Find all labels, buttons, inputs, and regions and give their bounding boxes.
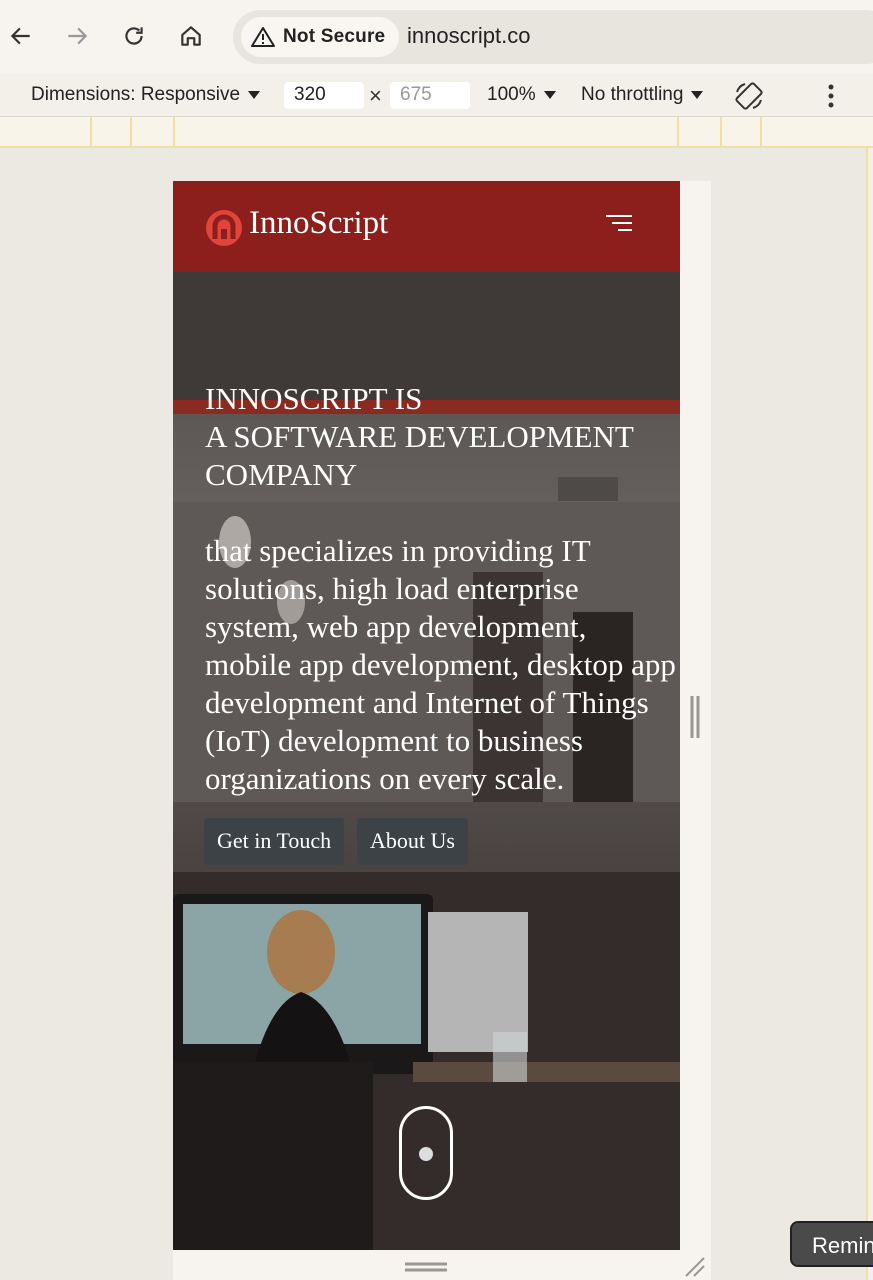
throttling-dropdown[interactable]: No throttling: [581, 84, 704, 106]
media-query-marker[interactable]: [677, 117, 679, 146]
hero-heading-line: INNOSCRIPT IS: [205, 381, 423, 416]
bottom-resize-handle[interactable]: [405, 1262, 447, 1272]
corner-resize-handle[interactable]: [684, 1256, 706, 1278]
hero-heading: INNOSCRIPT IS A SOFTWARE DEVELOPMENT COM…: [205, 380, 665, 494]
home-button[interactable]: [173, 18, 209, 54]
hero-description-line: (IoT) development to business: [205, 723, 583, 758]
hero-description-line: system, web app development,: [205, 609, 587, 644]
hero-description-line: mobile app development, desktop app: [205, 647, 676, 682]
more-options-icon[interactable]: [822, 82, 840, 110]
throttling-label: No throttling: [581, 84, 684, 105]
reload-button[interactable]: [116, 18, 152, 54]
media-query-marker[interactable]: [720, 117, 722, 146]
forward-button[interactable]: [59, 18, 95, 54]
media-query-marker[interactable]: [90, 117, 92, 146]
hero-description-line: that specializes in providing IT: [205, 533, 591, 568]
media-query-marker[interactable]: [130, 117, 132, 146]
media-query-marker[interactable]: [173, 117, 175, 146]
address-bar[interactable]: Not Secure innoscript.co: [233, 10, 873, 64]
hero-description-line: solutions, high load enterprise: [205, 571, 579, 606]
hero-section: INNOSCRIPT IS A SOFTWARE DEVELOPMENT COM…: [173, 272, 680, 1250]
scroll-down-indicator[interactable]: [399, 1106, 453, 1200]
chevron-down-icon: [543, 90, 556, 99]
brand-name[interactable]: InnoScript: [249, 205, 388, 242]
hero-description: that specializes in providing IT solutio…: [205, 532, 680, 798]
get-in-touch-button[interactable]: Get in Touch: [204, 818, 345, 865]
dimension-separator: ×: [369, 83, 382, 108]
width-input[interactable]: 320: [284, 82, 364, 109]
scroll-dot: [419, 1147, 433, 1161]
media-query-bar: [0, 117, 873, 148]
url-text[interactable]: innoscript.co: [407, 23, 531, 49]
height-input[interactable]: 675: [390, 82, 470, 109]
dimensions-dropdown[interactable]: Dimensions: Responsive: [31, 84, 261, 106]
reminder-tooltip[interactable]: Remin: [790, 1221, 873, 1267]
device-viewport: InnoScript INNOSCRIPT IS A SOFTWARE DEVE…: [173, 181, 680, 1250]
hamburger-menu-icon[interactable]: [606, 214, 632, 234]
security-indicator[interactable]: Not Secure: [241, 17, 400, 57]
right-resize-handle[interactable]: [690, 696, 700, 738]
site-header: InnoScript: [173, 181, 680, 272]
rotate-icon[interactable]: [733, 80, 765, 112]
forward-arrow-icon: [68, 27, 88, 45]
hero-heading-line: COMPANY: [205, 457, 358, 492]
dimensions-label: Dimensions: Responsive: [31, 84, 241, 105]
home-icon: [181, 26, 201, 46]
zoom-label: 100%: [487, 84, 536, 105]
about-us-button[interactable]: About Us: [357, 818, 468, 865]
devtools-panel-edge: [866, 148, 873, 1280]
logo-icon[interactable]: [205, 209, 243, 247]
browser-toolbar: Not Secure innoscript.co: [0, 0, 873, 74]
reload-icon: [125, 27, 143, 45]
hero-description-line: development and Internet of Things: [205, 685, 649, 720]
chevron-down-icon: [248, 90, 261, 99]
zoom-dropdown[interactable]: 100%: [487, 84, 556, 106]
media-query-marker[interactable]: [760, 117, 762, 146]
back-arrow-icon: [10, 27, 30, 45]
warning-triangle-icon: [251, 27, 275, 47]
chevron-down-icon: [691, 90, 704, 99]
security-label: Not Secure: [283, 26, 386, 47]
back-button[interactable]: [3, 18, 39, 54]
hero-description-line: organizations on every scale.: [205, 761, 565, 796]
hero-heading-line: A SOFTWARE DEVELOPMENT: [205, 419, 634, 454]
